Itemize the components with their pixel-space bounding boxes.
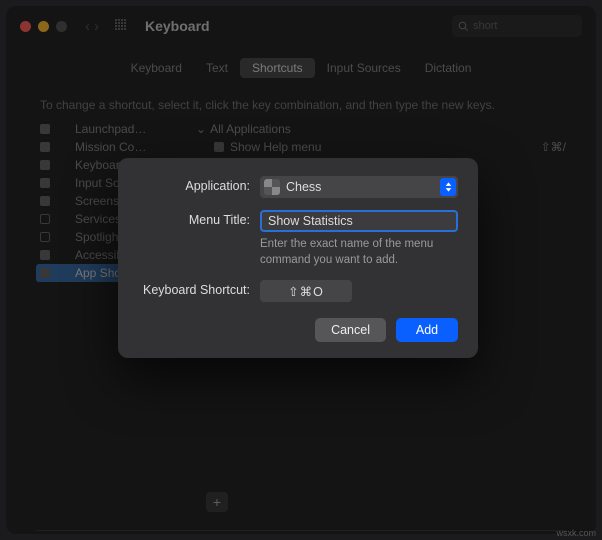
forward-icon: › — [94, 18, 99, 35]
tab-text[interactable]: Text — [194, 58, 240, 78]
nav-arrows: ‹ › — [85, 18, 99, 35]
close-icon[interactable] — [20, 21, 31, 32]
tab-dictation[interactable]: Dictation — [413, 58, 484, 78]
select-arrows-icon — [440, 178, 456, 196]
tab-keyboard[interactable]: Keyboard — [119, 58, 194, 78]
add-button[interactable]: Add — [396, 318, 458, 342]
titlebar: ‹ › Keyboard short — [6, 6, 596, 46]
add-button[interactable]: + — [206, 492, 228, 512]
checkbox-icon[interactable] — [214, 142, 224, 152]
application-label: Application: — [138, 176, 260, 193]
group-all-applications[interactable]: ⌄All Applications — [196, 120, 566, 138]
minimize-icon[interactable] — [38, 21, 49, 32]
sidebar-item-launchpad[interactable]: Launchpad… — [36, 120, 196, 138]
search-input[interactable]: short — [452, 15, 582, 37]
shortcut-value[interactable]: ⇧⌘/ — [541, 140, 566, 154]
traffic-lights — [20, 21, 67, 32]
cancel-button[interactable]: Cancel — [315, 318, 386, 342]
application-select[interactable]: Chess — [260, 176, 458, 198]
application-value: Chess — [286, 180, 321, 194]
window-title: Keyboard — [145, 18, 210, 34]
back-icon[interactable]: ‹ — [85, 18, 90, 35]
tab-input-sources[interactable]: Input Sources — [315, 58, 413, 78]
watermark: wsxk.com — [556, 528, 596, 538]
list-item[interactable]: Show Help menu ⇧⌘/ — [196, 138, 566, 156]
maximize-icon — [56, 21, 67, 32]
keyboard-shortcut-input[interactable]: ⇧⌘O — [260, 280, 352, 302]
search-icon — [458, 21, 469, 32]
chevron-down-icon: ⌄ — [196, 122, 206, 136]
menu-title-input[interactable]: Show Statistics — [260, 210, 458, 232]
instructions-text: To change a shortcut, select it, click t… — [40, 98, 596, 112]
add-shortcut-sheet: Application: Chess Menu Title: Show Stat… — [118, 158, 478, 358]
show-all-icon[interactable] — [115, 19, 129, 33]
menu-title-label: Menu Title: — [138, 210, 260, 227]
chess-app-icon — [264, 179, 280, 195]
menu-title-hint: Enter the exact name of the menu command… — [260, 237, 458, 268]
search-text: short — [473, 20, 497, 32]
divider — [36, 530, 566, 531]
tabs: Keyboard Text Shortcuts Input Sources Di… — [6, 58, 596, 78]
tab-shortcuts[interactable]: Shortcuts — [240, 58, 315, 78]
keyboard-shortcut-label: Keyboard Shortcut: — [138, 280, 260, 297]
sidebar-item-mission-control[interactable]: Mission Co… — [36, 138, 196, 156]
